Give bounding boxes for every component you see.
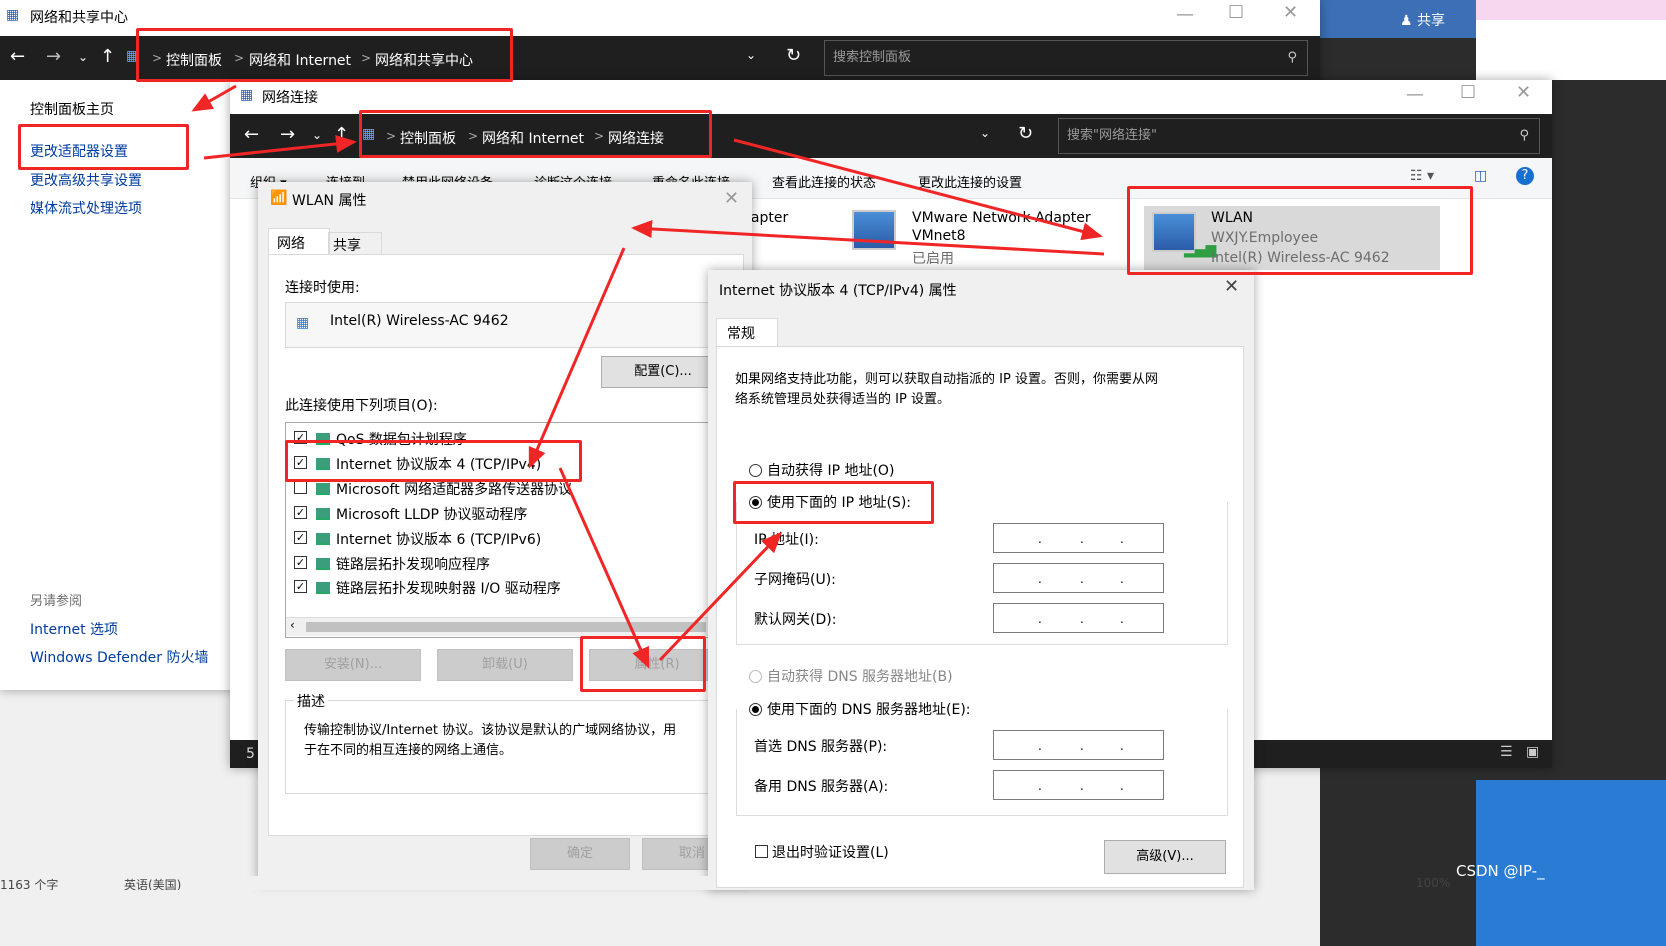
annotation-arrow [191,84,237,112]
annotation-arrow [733,138,1103,241]
annotation-arrow [528,247,626,469]
annotation-arrow [203,134,357,160]
annotation-arrow [658,531,783,662]
annotation-arrow [558,467,650,669]
annotation-arrow [631,220,1105,256]
annotation-arrows [191,84,1105,669]
